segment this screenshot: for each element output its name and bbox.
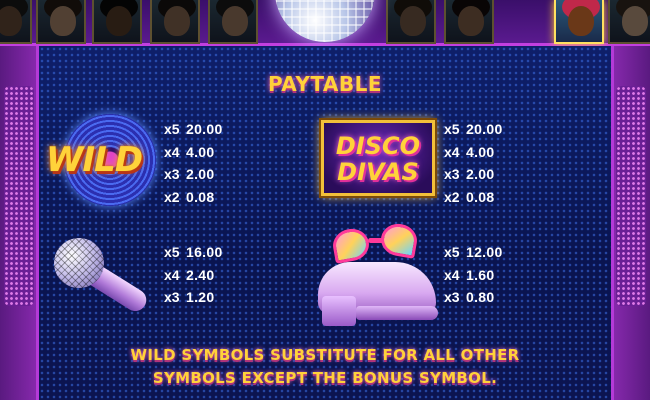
portrait-face xyxy=(222,6,248,36)
character-portrait-1 xyxy=(0,0,32,44)
pay-amount: 2.00 xyxy=(466,166,495,182)
note-line-2: SYMBOLS EXCEPT THE BONUS SYMBOL. xyxy=(152,369,498,387)
character-portrait-2 xyxy=(36,0,86,44)
pay-row: x3 0.80 xyxy=(444,286,536,309)
pay-row: x3 2.00 xyxy=(164,163,256,186)
shoe-sole-icon xyxy=(356,306,438,320)
disco-divas-label-line1: DISCO xyxy=(335,132,421,160)
pay-row: x5 16.00 xyxy=(164,241,256,264)
character-portrait-9 xyxy=(608,0,650,44)
portrait-face xyxy=(106,6,132,36)
pay-row: x5 12.00 xyxy=(444,241,536,264)
pay-amount: 4.00 xyxy=(186,143,215,160)
character-portrait-4 xyxy=(150,0,200,44)
pay-multiplier: x5 xyxy=(164,244,180,260)
pay-multiplier: x2 xyxy=(164,188,180,205)
character-portrait-6 xyxy=(386,0,436,44)
pay-multiplier: x2 xyxy=(444,188,460,205)
portrait-face xyxy=(164,6,190,36)
pay-amount: 2.40 xyxy=(186,266,215,283)
character-portrait-3 xyxy=(92,0,142,44)
disco-ball-icon xyxy=(275,0,375,42)
pay-multiplier: x3 xyxy=(444,289,460,305)
pay-multiplier: x5 xyxy=(444,121,460,137)
shoe-paytable: x5 12.00 x4 1.60 x3 0.80 xyxy=(444,241,536,309)
pay-row: x4 4.00 xyxy=(444,141,536,164)
pay-multiplier: x3 xyxy=(164,166,180,182)
wild-rule-note: WILD SYMBOLS SUBSTITUTE FOR ALL OTHER SY… xyxy=(0,344,650,390)
pay-multiplier: x5 xyxy=(444,244,460,260)
pay-row: x4 4.00 xyxy=(164,141,256,164)
glasses-bridge-icon xyxy=(368,238,384,243)
pay-multiplier: x4 xyxy=(444,266,460,283)
portrait-face xyxy=(50,6,76,36)
disco-divas-logo: DISCO DIVAS xyxy=(321,120,435,196)
pay-row: x5 20.00 xyxy=(164,118,256,141)
portrait-face xyxy=(400,6,426,36)
character-strip xyxy=(0,0,650,46)
pay-row: x3 1.20 xyxy=(164,286,256,309)
paytable-title: PAYTABLE xyxy=(267,72,383,96)
wild-paytable: x5 20.00 x4 4.00 x3 2.00 x2 0.08 xyxy=(164,118,256,208)
pay-amount: 0.80 xyxy=(466,289,495,305)
character-portrait-5 xyxy=(208,0,258,44)
pay-amount: 4.00 xyxy=(466,143,495,160)
pay-amount: 20.00 xyxy=(466,121,503,137)
portrait-face xyxy=(458,6,484,36)
speaker-grille-icon xyxy=(4,86,34,306)
pay-amount: 2.00 xyxy=(186,166,215,182)
microphone-icon xyxy=(54,238,104,288)
portrait-face xyxy=(622,6,648,36)
pay-row: x5 20.00 xyxy=(444,118,536,141)
disco-divas-paytable: x5 20.00 x4 4.00 x3 2.00 x2 0.08 xyxy=(444,118,536,208)
shoe-heel-icon xyxy=(322,296,356,326)
pay-amount: 12.00 xyxy=(466,244,503,260)
pay-row: x4 2.40 xyxy=(164,264,256,287)
note-line-1: WILD SYMBOLS SUBSTITUTE FOR ALL OTHER xyxy=(130,346,520,364)
pay-multiplier: x3 xyxy=(444,166,460,182)
pay-multiplier: x3 xyxy=(164,289,180,305)
pay-multiplier: x4 xyxy=(444,143,460,160)
pay-amount: 0.08 xyxy=(186,188,215,205)
portrait-face xyxy=(568,6,594,36)
portrait-face xyxy=(0,6,22,36)
pay-row: x2 0.08 xyxy=(444,186,536,209)
pay-amount: 16.00 xyxy=(186,244,223,260)
wild-symbol-label: WILD xyxy=(46,140,143,180)
pay-multiplier: x5 xyxy=(164,121,180,137)
pay-amount: 20.00 xyxy=(186,121,223,137)
pay-amount: 1.20 xyxy=(186,289,215,305)
character-portrait-7 xyxy=(444,0,494,44)
microphone-paytable: x5 16.00 x4 2.40 x3 1.20 xyxy=(164,241,256,309)
pay-amount: 0.08 xyxy=(466,188,495,205)
pay-row: x3 2.00 xyxy=(444,163,536,186)
pay-row: x2 0.08 xyxy=(164,186,256,209)
pay-row: x4 1.60 xyxy=(444,264,536,287)
pay-amount: 1.60 xyxy=(466,266,495,283)
speaker-grille-icon xyxy=(616,86,646,306)
pay-multiplier: x4 xyxy=(164,143,180,160)
character-portrait-8 xyxy=(554,0,604,44)
disco-divas-label-line2: DIVAS xyxy=(337,158,419,186)
pay-multiplier: x4 xyxy=(164,266,180,283)
